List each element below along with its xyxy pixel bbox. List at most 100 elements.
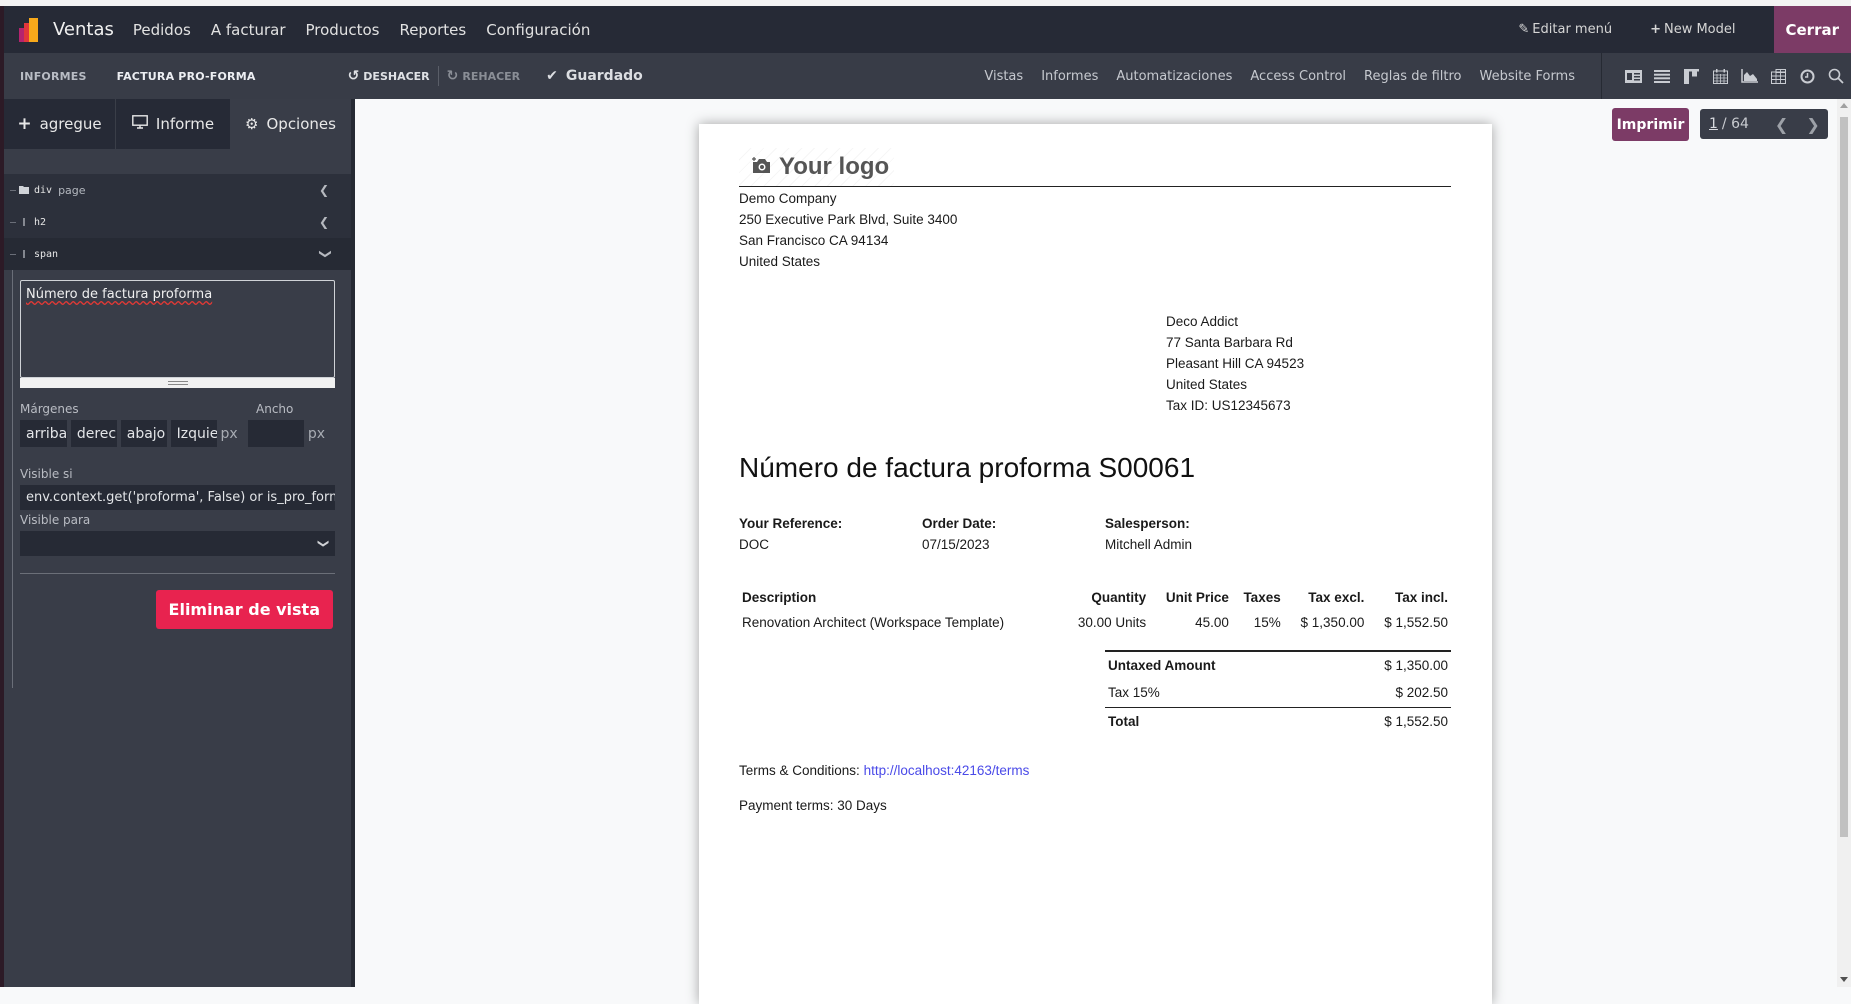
vertical-scrollbar[interactable] <box>1837 99 1851 987</box>
company-street: 250 Executive Park Blvd, Suite 3400 <box>739 209 957 230</box>
scroll-up-arrow[interactable] <box>1840 103 1848 108</box>
tree-node-h2[interactable]: I h2 ❮ <box>4 206 351 238</box>
document-title[interactable]: Número de factura proforma S00061 <box>739 452 1195 484</box>
saved-label: Guardado <box>566 68 643 84</box>
tab-report-label: Informe <box>156 115 214 133</box>
total-value: $ 1,552.50 <box>1319 707 1451 735</box>
pivot-view-icon[interactable] <box>1769 67 1787 85</box>
visible-for-label: Visible para <box>20 513 335 527</box>
textarea-resize-handle[interactable] <box>20 378 335 388</box>
edit-menu-button[interactable]: ✎ Editar menú <box>1518 22 1612 37</box>
link-vistas[interactable]: Vistas <box>984 69 1023 84</box>
scroll-thumb[interactable] <box>1840 117 1848 837</box>
node-tree: div page ❮ I h2 ❮ I span ❮ Número de fac… <box>4 174 351 574</box>
total-value: $ 1,350.00 <box>1319 651 1451 679</box>
plus-icon: + <box>17 114 31 134</box>
tree-tick <box>10 190 16 191</box>
menu-reportes[interactable]: Reportes <box>399 21 466 39</box>
text-content-input[interactable]: Número de factura proforma <box>20 280 335 378</box>
folder-icon <box>18 184 30 197</box>
redo-icon: ↻ <box>447 68 459 84</box>
app-name[interactable]: Ventas <box>53 19 114 40</box>
tree-node-span[interactable]: I span ❮ <box>4 238 351 270</box>
visible-if-label: Visible si <box>20 467 335 481</box>
margin-bottom-input[interactable]: abajo <box>121 420 167 447</box>
menu-a-facturar[interactable]: A facturar <box>211 21 286 39</box>
form-view-icon[interactable] <box>1624 67 1642 85</box>
link-informes[interactable]: Informes <box>1041 69 1098 84</box>
close-studio-button[interactable]: Cerrar <box>1774 6 1851 53</box>
link-reglas-de-filtro[interactable]: Reglas de filtro <box>1364 69 1461 84</box>
next-record-button[interactable]: ❯ <box>1806 115 1819 134</box>
graph-view-icon[interactable] <box>1740 67 1758 85</box>
tree-node-div-page[interactable]: div page ❮ <box>4 174 351 206</box>
remove-from-view-button[interactable]: Eliminar de vista <box>156 590 333 629</box>
width-input[interactable] <box>248 420 304 447</box>
kanban-view-icon[interactable] <box>1682 67 1700 85</box>
undo-icon: ↺ <box>348 68 360 84</box>
list-view-icon[interactable] <box>1653 67 1671 85</box>
visible-if-input[interactable]: env.context.get('proforma', False) or is… <box>20 485 335 510</box>
terms-link[interactable]: http://localhost:42163/terms <box>864 763 1030 778</box>
print-button[interactable]: Imprimir <box>1612 108 1689 141</box>
margin-right-input[interactable]: derec <box>71 420 117 447</box>
margin-top-input[interactable]: arriba <box>20 420 67 447</box>
info-order-date: Order Date: 07/15/2023 <box>922 513 996 555</box>
redo-button[interactable]: ↻ REHACER <box>447 68 521 84</box>
tax-row: Tax 15% $ 202.50 <box>1105 679 1451 707</box>
info-salesperson: Salesperson: Mitchell Admin <box>1105 513 1192 555</box>
tab-add[interactable]: + agregue <box>4 99 116 149</box>
app-brand[interactable]: Ventas <box>4 18 133 42</box>
chevron-left-icon[interactable]: ❮ <box>319 183 329 197</box>
customer-street: 77 Santa Barbara Rd <box>1166 332 1304 353</box>
edit-menu-label: Editar menú <box>1532 22 1612 37</box>
chevron-left-icon[interactable]: ❮ <box>319 215 329 229</box>
app-logo-icon <box>19 18 43 42</box>
tab-report[interactable]: Informe <box>116 99 230 149</box>
col-description: Description <box>739 584 1060 611</box>
breadcrumb-informes[interactable]: INFORMES <box>20 70 87 83</box>
cell-taxes: 15% <box>1232 611 1284 634</box>
pencil-icon: ✎ <box>1518 22 1529 37</box>
undo-button[interactable]: ↺ DESHACER <box>348 68 430 84</box>
divider <box>20 573 335 574</box>
tab-options-label: Opciones <box>266 115 335 133</box>
info-value: DOC <box>739 537 769 552</box>
pager-current[interactable]: 1 <box>1709 116 1718 132</box>
link-website-forms[interactable]: Website Forms <box>1480 69 1575 84</box>
logo-text: Your logo <box>779 153 889 181</box>
breadcrumb-current: FACTURA PRO-FORMA <box>117 70 256 83</box>
width-label: Ancho <box>256 402 293 416</box>
company-address: Demo Company 250 Executive Park Blvd, Su… <box>739 188 957 272</box>
margin-left-input[interactable]: Izquie <box>171 420 217 447</box>
company-logo-placeholder[interactable]: Your logo <box>739 148 894 186</box>
col-tax-excl: Tax excl. <box>1284 584 1368 611</box>
activity-view-icon[interactable] <box>1798 67 1816 85</box>
tab-options[interactable]: ⚙ Opciones <box>230 99 351 149</box>
total-label: Untaxed Amount <box>1105 651 1319 679</box>
plus-icon: + <box>1650 22 1661 37</box>
search-icon[interactable] <box>1827 67 1845 85</box>
cell-tax-incl: $ 1,552.50 <box>1367 611 1451 634</box>
menu-productos[interactable]: Productos <box>306 21 380 39</box>
new-model-button[interactable]: + New Model <box>1650 22 1735 37</box>
totals-table: Untaxed Amount $ 1,350.00 Tax 15% $ 202.… <box>1105 650 1451 735</box>
link-access-control[interactable]: Access Control <box>1250 69 1346 84</box>
customer-address: Deco Addict 77 Santa Barbara Rd Pleasant… <box>1166 311 1304 416</box>
cell-quantity: 30.00 Units <box>1060 611 1149 634</box>
pager-total: / 64 <box>1722 116 1749 132</box>
scroll-down-arrow[interactable] <box>1840 977 1848 982</box>
menu-configuracion[interactable]: Configuración <box>486 21 590 39</box>
cell-tax-excl: $ 1,350.00 <box>1284 611 1368 634</box>
menu-pedidos[interactable]: Pedidos <box>133 21 191 39</box>
visible-for-select[interactable]: ❮ <box>20 531 335 556</box>
previous-record-button[interactable]: ❮ <box>1775 115 1788 134</box>
record-pager: 1 / 64 ❮ ❯ <box>1700 109 1828 139</box>
order-lines-table: Description Quantity Unit Price Taxes Ta… <box>739 584 1451 634</box>
link-automatizaciones[interactable]: Automatizaciones <box>1116 69 1232 84</box>
calendar-view-icon[interactable] <box>1711 67 1729 85</box>
terms-conditions: Terms & Conditions: http://localhost:421… <box>739 763 1029 778</box>
node-tag: h2 <box>34 217 46 228</box>
chevron-down-icon[interactable]: ❮ <box>317 249 331 259</box>
main-navbar: Ventas Pedidos A facturar Productos Repo… <box>4 6 1851 53</box>
